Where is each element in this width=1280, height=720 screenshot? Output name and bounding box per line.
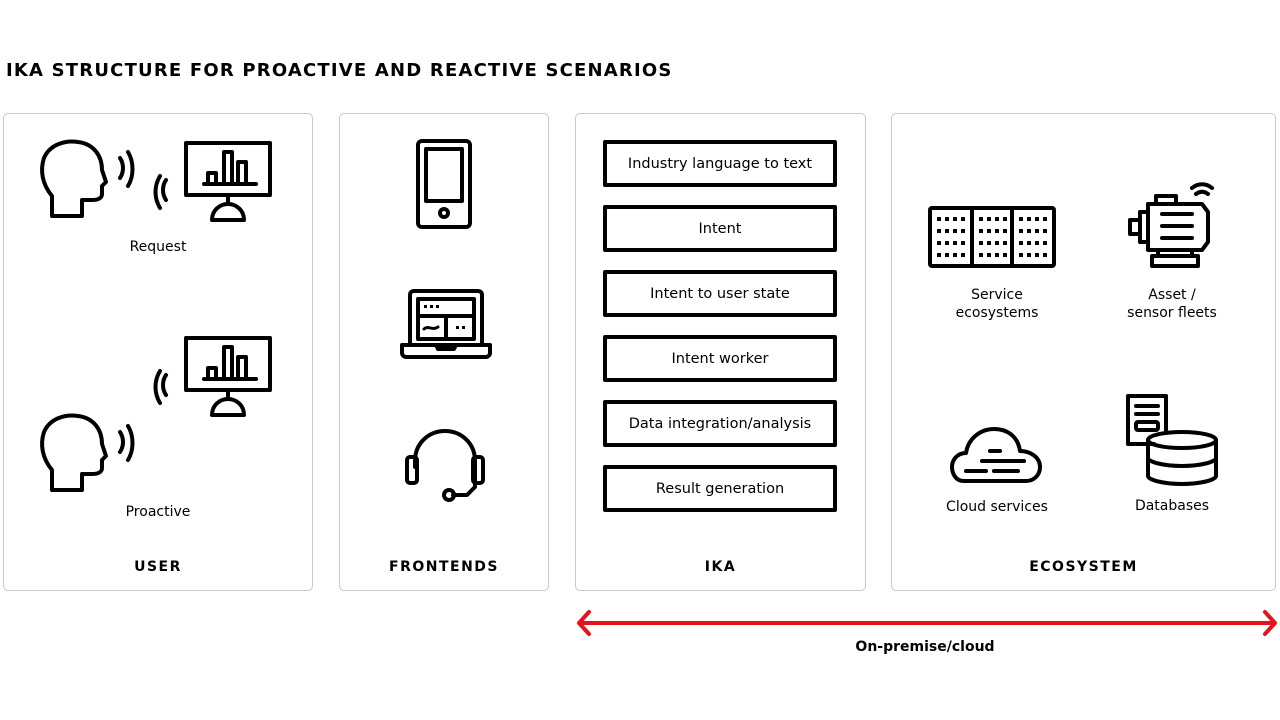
- rack-dot: [961, 229, 965, 233]
- rack-dot: [1019, 241, 1023, 245]
- headset-icon: [405, 429, 485, 502]
- monitor-chart-icon: [153, 336, 272, 417]
- deployment-label: On-premise/cloud: [855, 639, 995, 655]
- head-speaking-icon: [40, 413, 135, 492]
- request-label: Request: [129, 239, 187, 255]
- frontends-panel-label: FRONTENDS: [389, 559, 499, 575]
- rack-dot: [1035, 241, 1039, 245]
- rack-dot: [995, 229, 999, 233]
- rack-dot: [1035, 253, 1039, 257]
- rack-dot: [987, 253, 991, 257]
- rack-dot: [945, 241, 949, 245]
- asset-sensor-fleets-label: Asset / sensor fleets: [1097, 286, 1247, 322]
- rack-dot: [1043, 217, 1047, 221]
- rack-dot: [937, 217, 941, 221]
- database-icon: [1126, 394, 1218, 486]
- service-ecosystems-label: Service ecosystems: [922, 286, 1072, 322]
- rack-dot: [1003, 253, 1007, 257]
- rack-dot: [979, 241, 983, 245]
- head-speaking-icon: [40, 139, 135, 218]
- rack-dot: [1027, 253, 1031, 257]
- rack-dot: [961, 253, 965, 257]
- rack-dot: [995, 241, 999, 245]
- stage-result-generation: Result generation: [603, 465, 837, 512]
- rack-dot: [945, 229, 949, 233]
- rack-dot: [1035, 229, 1039, 233]
- rack-dot: [945, 253, 949, 257]
- asset-sensor-fleets-line1: Asset /: [1148, 287, 1196, 303]
- rack-dot: [945, 217, 949, 221]
- rack-dot: [961, 241, 965, 245]
- rack-dot: [1019, 217, 1023, 221]
- rack-dot: [1035, 217, 1039, 221]
- rack-dot: [1043, 253, 1047, 257]
- rack-dot: [1003, 241, 1007, 245]
- rack-dot: [1019, 229, 1023, 233]
- laptop-icon: [400, 289, 492, 359]
- rack-dot: [979, 229, 983, 233]
- user-panel: Request Proactive USER: [3, 113, 313, 591]
- server-rack-icon: [928, 206, 1056, 268]
- stage-industry-language-to-text: Industry language to text: [603, 140, 837, 187]
- rack-dot: [937, 253, 941, 257]
- databases-label: Databases: [1134, 498, 1210, 514]
- stage-data-integration-analysis: Data integration/analysis: [603, 400, 837, 447]
- rack-dot: [953, 229, 957, 233]
- monitor-chart-icon: [153, 141, 272, 222]
- stage-intent-to-user-state: Intent to user state: [603, 270, 837, 317]
- proactive-label: Proactive: [125, 504, 191, 520]
- diagram-title: IKA STRUCTURE FOR PROACTIVE AND REACTIVE…: [6, 60, 673, 81]
- rack-dot: [1027, 241, 1031, 245]
- rack-dot: [1019, 253, 1023, 257]
- ecosystem-panel-label: ECOSYSTEM: [1029, 559, 1138, 575]
- ika-panel: Industry language to text Intent Intent …: [575, 113, 866, 591]
- rack-dot: [979, 217, 983, 221]
- rack-dot: [961, 217, 965, 221]
- ika-panel-label: IKA: [704, 559, 737, 575]
- rack-dot: [1043, 241, 1047, 245]
- rack-dot: [953, 253, 957, 257]
- rack-dot: [987, 229, 991, 233]
- rack-dot: [1043, 229, 1047, 233]
- rack-dot: [1003, 229, 1007, 233]
- cloud-icon: [950, 427, 1042, 483]
- stage-intent-worker: Intent worker: [603, 335, 837, 382]
- ecosystem-panel: Service ecosystems Asset / sensor fleets…: [891, 113, 1276, 591]
- rack-dot: [987, 217, 991, 221]
- rack-dot: [995, 217, 999, 221]
- user-panel-label: USER: [134, 559, 182, 575]
- rack-dot: [1027, 229, 1031, 233]
- rack-dot: [937, 229, 941, 233]
- rack-dot: [953, 217, 957, 221]
- rack-dot: [1027, 217, 1031, 221]
- cloud-services-label: Cloud services: [946, 499, 1048, 515]
- stage-intent: Intent: [603, 205, 837, 252]
- service-ecosystems-line2: ecosystems: [955, 305, 1039, 321]
- rack-dot: [987, 241, 991, 245]
- service-ecosystems-line1: Service: [971, 287, 1023, 303]
- rack-dot: [995, 253, 999, 257]
- motor-sensor-icon: [1128, 182, 1214, 268]
- rack-dot: [1003, 217, 1007, 221]
- deployment-range-arrow: [577, 610, 1277, 636]
- smartphone-icon: [416, 139, 472, 229]
- rack-dot: [979, 253, 983, 257]
- rack-dot: [937, 241, 941, 245]
- asset-sensor-fleets-line2: sensor fleets: [1127, 305, 1217, 321]
- rack-dot: [953, 241, 957, 245]
- frontends-panel: FRONTENDS: [339, 113, 549, 591]
